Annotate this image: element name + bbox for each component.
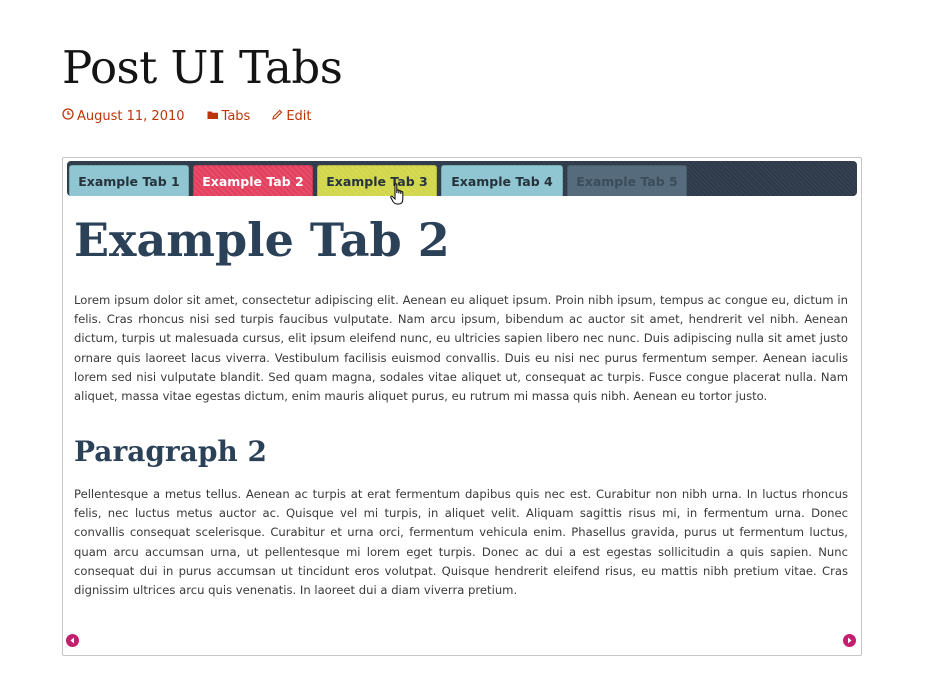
tab-example-2[interactable]: Example Tab 2	[193, 165, 313, 196]
tab-content-paragraph-2: Pellentesque a metus tellus. Aenean ac t…	[74, 487, 848, 598]
previous-tab-button[interactable]	[66, 634, 79, 647]
post-title: Post UI Tabs	[62, 41, 343, 94]
post-date-link[interactable]: August 11, 2010	[62, 108, 185, 124]
tab-example-4[interactable]: Example Tab 4	[441, 165, 563, 196]
chevron-left-icon	[70, 637, 74, 644]
tab-content-paragraph-1: Lorem ipsum dolor sit amet, consectetur …	[74, 293, 848, 404]
tab-bar: Example Tab 1 Example Tab 2 Example Tab …	[67, 161, 857, 196]
hand-pointer-icon	[390, 183, 404, 205]
next-tab-button[interactable]	[843, 634, 856, 647]
post-category: Tabs	[221, 108, 251, 124]
folder-icon	[207, 109, 219, 124]
chevron-right-icon	[848, 637, 852, 644]
tab-content-heading: Example Tab 2	[74, 213, 450, 267]
post-category-link[interactable]: Tabs	[207, 108, 251, 124]
pencil-icon	[272, 109, 283, 124]
tab-example-1[interactable]: Example Tab 1	[69, 165, 189, 196]
tab-example-5[interactable]: Example Tab 5	[567, 165, 687, 196]
post-meta: August 11, 2010 Tabs Edit	[62, 108, 334, 124]
tab-content-subheading: Paragraph 2	[74, 435, 267, 468]
clock-icon	[62, 108, 74, 124]
post-edit-link[interactable]: Edit	[272, 108, 312, 124]
tab-example-3[interactable]: Example Tab 3	[317, 165, 437, 196]
post-edit-label: Edit	[286, 108, 312, 124]
post-date: August 11, 2010	[77, 108, 185, 124]
